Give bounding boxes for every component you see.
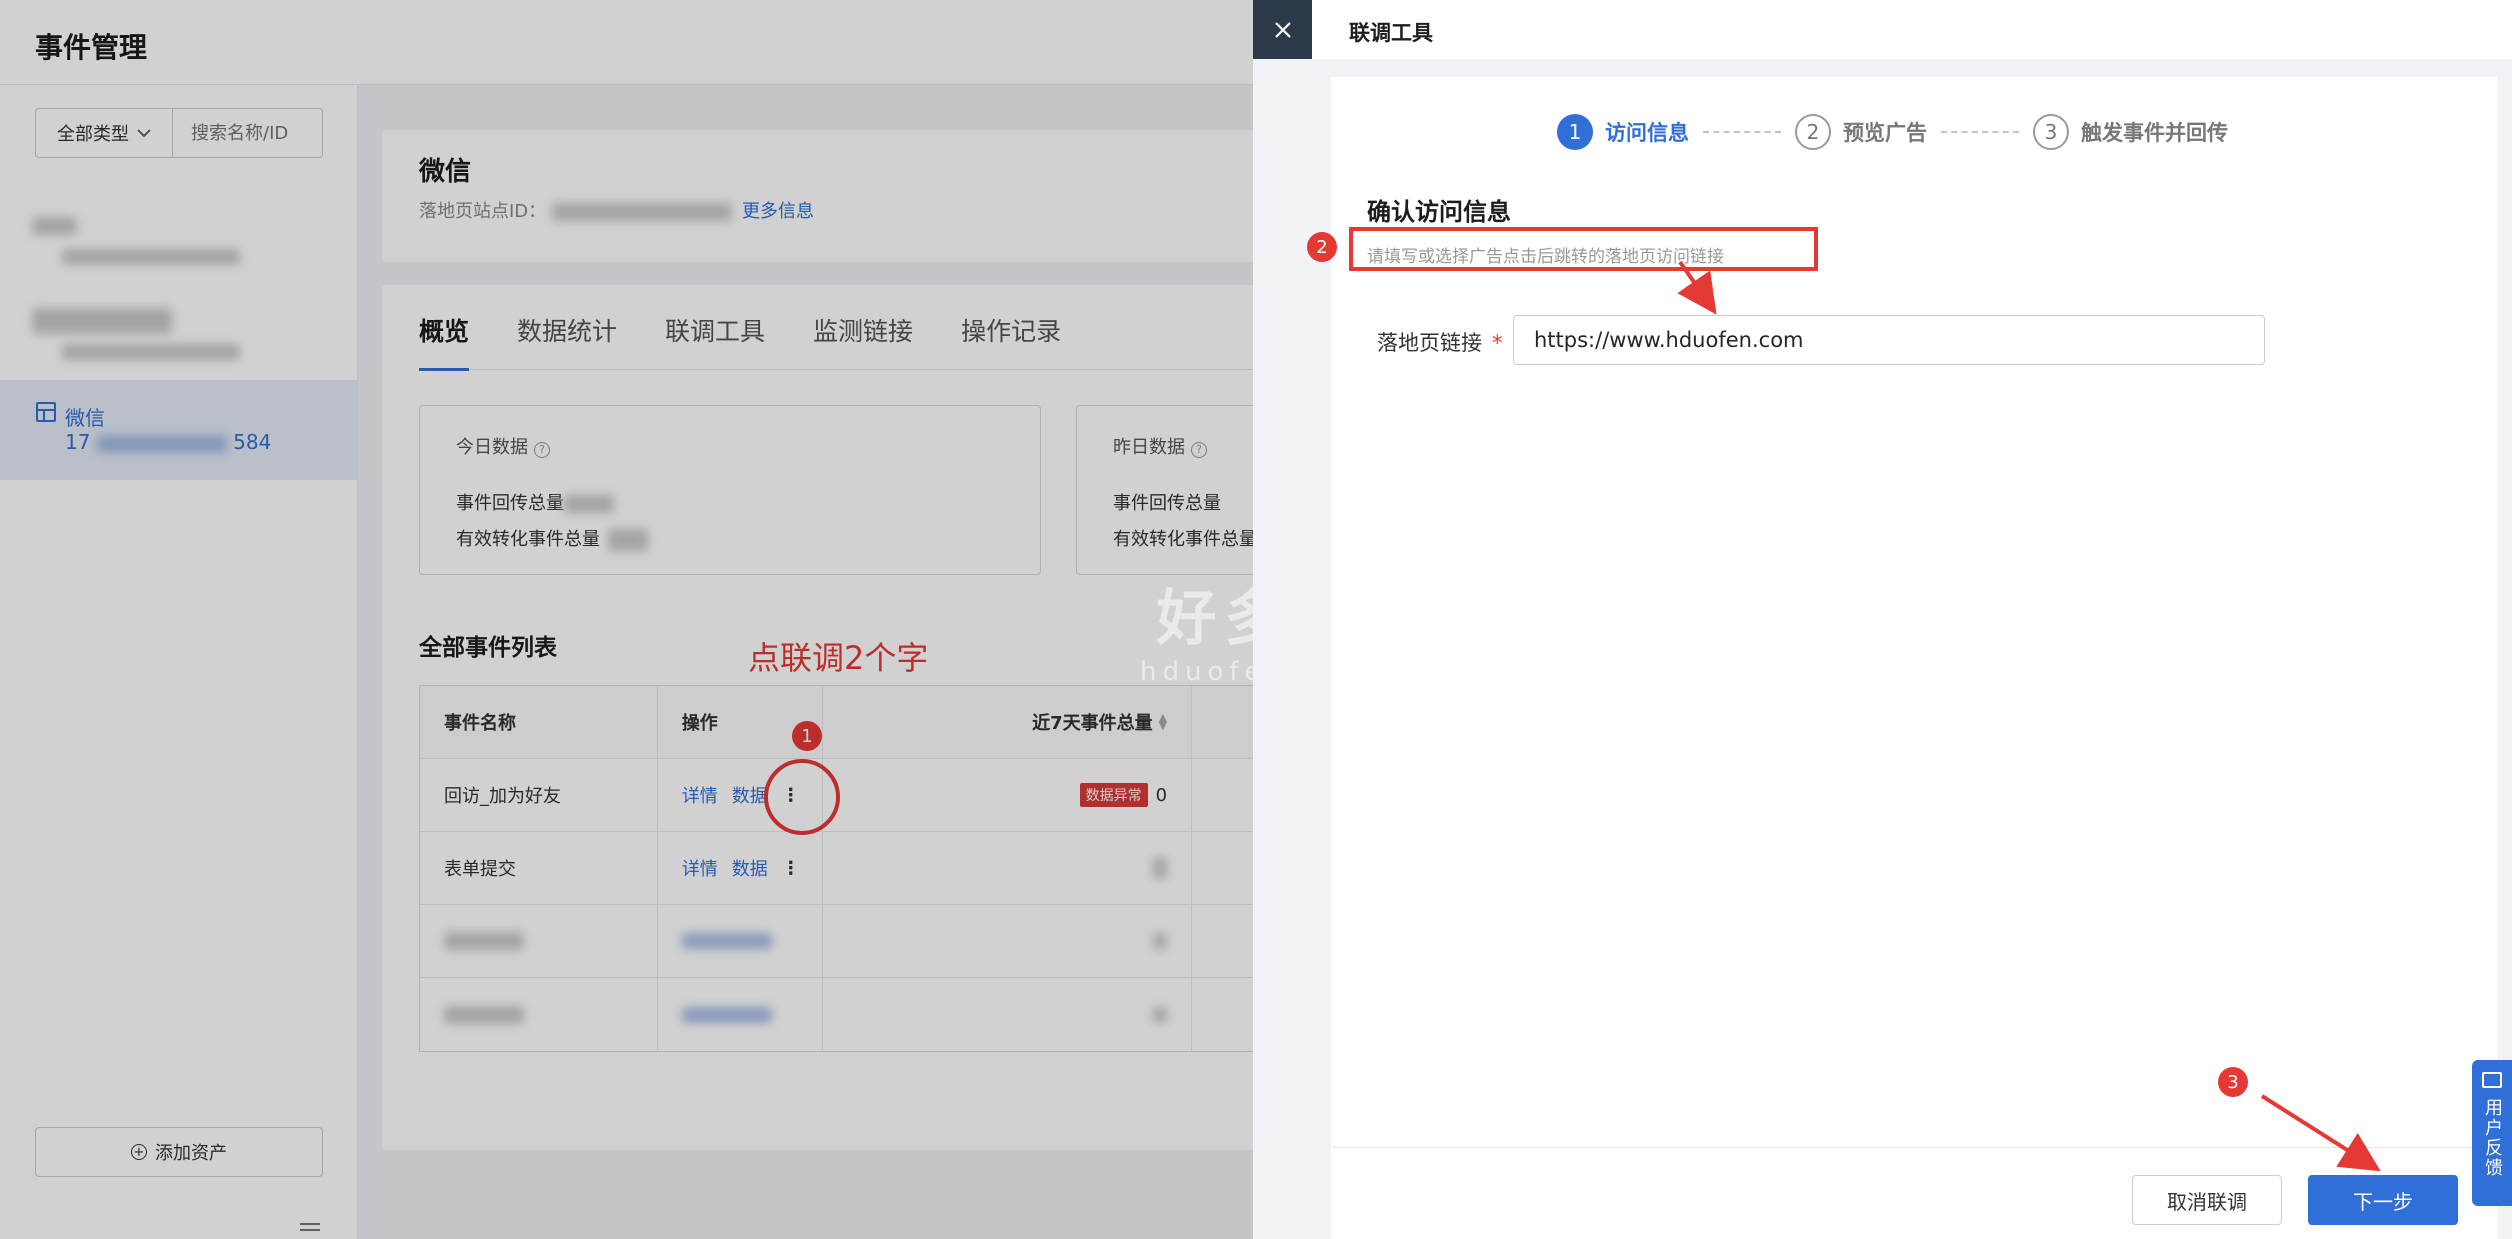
- annotation-arrow-3: [2260, 1094, 2381, 1172]
- annotation-arrows: [1677, 260, 2381, 1172]
- annotation-arrow-2: [1677, 260, 1717, 315]
